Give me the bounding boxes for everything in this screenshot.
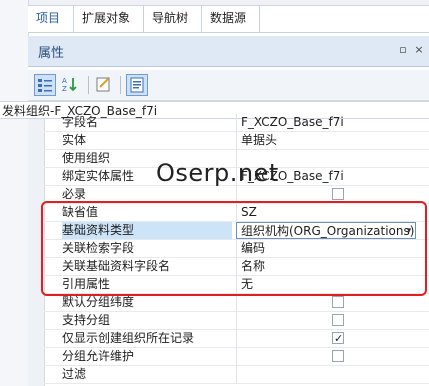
checkbox[interactable] <box>332 314 344 326</box>
property-name: 默认分组纬度 <box>62 295 135 309</box>
tab-bar: 项目 扩展对象 导航树 数据源 <box>28 6 429 33</box>
sort-az-icon[interactable]: AZ <box>60 74 82 96</box>
property-name: 分组允许维护 <box>62 349 135 363</box>
property-name: 引用属性 <box>62 277 111 291</box>
properties-icon[interactable] <box>126 74 148 96</box>
toolbar-separator <box>120 76 121 94</box>
property-name: 关联检索字段 <box>62 241 135 255</box>
close-icon[interactable]: × <box>412 43 426 57</box>
checkbox[interactable] <box>332 330 344 347</box>
property-row[interactable]: 仅显示创建组织所在记录 <box>44 330 429 348</box>
property-value-text: 无 <box>241 277 254 291</box>
property-value[interactable] <box>236 186 416 203</box>
toolbar-separator <box>88 76 89 94</box>
property-value[interactable]: 组织机构(ORG_Organizations) ▾ <box>236 222 416 239</box>
property-row[interactable]: 字段名 F_XCZO_Base_f7i <box>44 114 429 132</box>
property-value-text: 编码 <box>241 241 266 255</box>
property-name: 字段名 <box>62 115 99 129</box>
property-row[interactable]: 关联检索字段 编码 <box>44 240 429 258</box>
property-value[interactable]: 无 <box>236 276 416 293</box>
properties-toolbar: AZ <box>28 70 429 101</box>
property-value[interactable]: SZ <box>236 204 416 221</box>
property-value-text: 组织机构(ORG_Organizations) <box>241 224 415 238</box>
property-value[interactable] <box>236 294 416 311</box>
property-value[interactable]: 单据头 <box>236 132 416 149</box>
property-row[interactable]: 关联基础资料字段名 名称 <box>44 258 429 276</box>
property-value[interactable] <box>236 312 416 329</box>
panel-header: 属性 ▫ × <box>28 36 429 67</box>
watermark: Oserp.net <box>156 159 279 187</box>
checkbox[interactable] <box>332 296 344 308</box>
checkbox[interactable] <box>332 188 344 200</box>
property-name: 过滤 <box>62 367 87 381</box>
property-row[interactable]: 缺省值 SZ <box>44 204 429 222</box>
categorized-icon[interactable] <box>34 74 56 96</box>
property-value-text: 名称 <box>241 259 266 273</box>
property-pages-icon[interactable] <box>94 74 116 96</box>
property-name: 必录 <box>62 187 87 201</box>
property-row[interactable]: 必录 <box>44 186 429 204</box>
property-value[interactable] <box>236 330 416 347</box>
chevron-down-icon[interactable]: ▾ <box>403 223 415 238</box>
property-value[interactable]: 编码 <box>236 240 416 257</box>
property-value-text: F_XCZO_Base_f7i <box>241 115 344 129</box>
property-row[interactable]: 分组允许维护 <box>44 348 429 366</box>
property-value-text: SZ <box>241 205 257 219</box>
property-row[interactable]: 实体 单据头 <box>44 132 429 150</box>
checkbox[interactable] <box>332 350 344 362</box>
tab-data-source[interactable]: 数据源 <box>202 6 260 32</box>
pin-icon[interactable]: ▫ <box>396 43 410 57</box>
left-gutter <box>0 0 29 386</box>
svg-text:Z: Z <box>62 85 67 93</box>
property-row[interactable]: 引用属性 无 <box>44 276 429 294</box>
property-value[interactable] <box>236 366 416 383</box>
svg-text:A: A <box>62 77 67 85</box>
property-name: 支持分组 <box>62 313 111 327</box>
property-name: 基础资料类型 <box>62 222 232 239</box>
property-value-text: 单据头 <box>241 133 278 147</box>
tab-project[interactable]: 项目 <box>28 6 74 32</box>
property-row[interactable]: 过滤 <box>44 366 429 384</box>
property-name: 缺省值 <box>62 205 99 219</box>
property-value[interactable]: F_XCZO_Base_f7i <box>236 114 416 131</box>
tab-extension-objects[interactable]: 扩展对象 <box>74 6 144 32</box>
property-name: 仅显示创建组织所在记录 <box>62 331 195 345</box>
property-row[interactable]: 基础资料类型 组织机构(ORG_Organizations) ▾ <box>44 222 429 240</box>
tab-navigation-tree[interactable]: 导航树 <box>144 6 202 32</box>
property-value[interactable] <box>236 348 416 365</box>
property-name: 关联基础资料字段名 <box>62 259 171 273</box>
panel-title: 属性 <box>38 46 65 61</box>
property-row[interactable]: 支持分组 <box>44 312 429 330</box>
property-value[interactable]: 名称 <box>236 258 416 275</box>
grid-gutter <box>28 119 45 386</box>
property-row[interactable]: 默认分组纬度 <box>44 294 429 312</box>
property-name: 实体 <box>62 133 87 147</box>
